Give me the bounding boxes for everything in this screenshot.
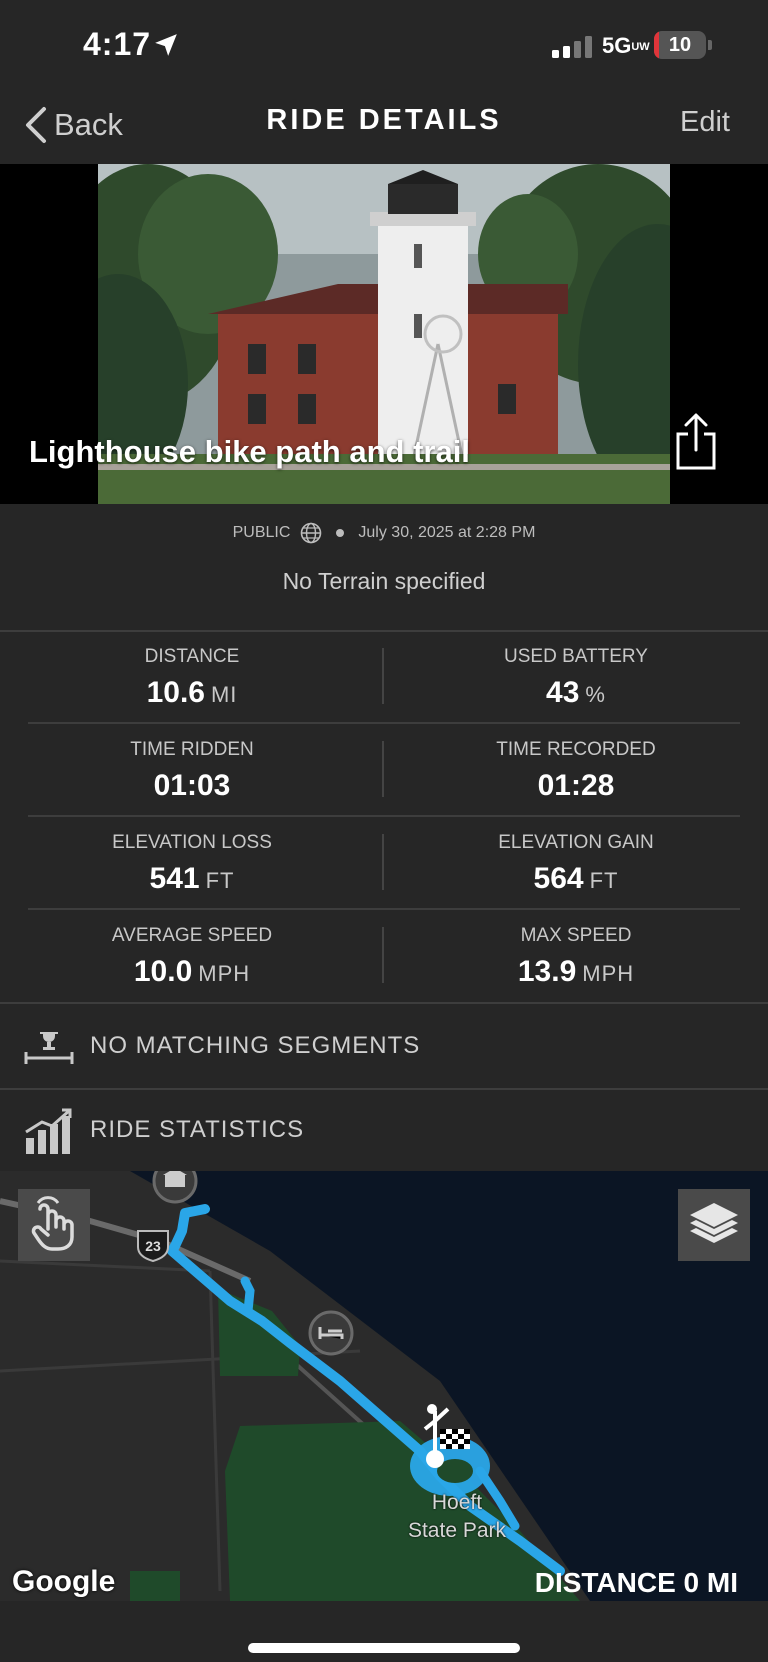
share-icon[interactable] [672, 412, 720, 472]
stats-row: ELEVATION LOSS 541 FT ELEVATION GAIN 564 F… [0, 818, 768, 911]
location-arrow-icon [155, 34, 177, 56]
map-canvas: 23 [0, 1171, 590, 1601]
battery-indicator: 10 [654, 31, 706, 59]
stat-elevation-loss: ELEVATION LOSS 541 FT [112, 832, 272, 895]
hand-pointer-icon [31, 1196, 74, 1251]
ride-map[interactable]: 23 Hoeft State Park Google DISTANCE 0 MI [0, 1171, 768, 1601]
stat-value: 43 [546, 676, 580, 709]
stat-value: 564 [533, 862, 584, 895]
status-time: 4:17 [83, 26, 152, 62]
segments-label: NO MATCHING SEGMENTS [90, 1032, 421, 1059]
stats-row: AVERAGE SPEED 10.0 MPH MAX SPEED 13.9 MPH [0, 911, 768, 1004]
stat-unit: MI [210, 682, 238, 707]
stat-distance: DISTANCE 10.6 MI [144, 646, 240, 709]
map-layers-button[interactable] [678, 1189, 750, 1261]
stat-value: 01:28 [537, 769, 615, 802]
divider [28, 815, 740, 817]
trophy-podium-icon [24, 1032, 74, 1064]
ride-name: Lighthouse bike path and trail [29, 434, 470, 469]
battery-tip [708, 40, 712, 50]
ride-statistics-label: RIDE STATISTICS [90, 1116, 305, 1143]
separator-dot [336, 529, 345, 537]
home-indicator[interactable] [248, 1643, 520, 1653]
layers-icon [690, 1203, 738, 1243]
battery-text: 10 [668, 34, 692, 56]
gesture-toggle-button[interactable] [18, 1189, 90, 1261]
ride-statistics-row[interactable]: RIDE STATISTICS [0, 1090, 768, 1170]
route-path [240, 1276, 255, 1316]
stat-unit: FT [589, 868, 619, 893]
edit-button[interactable]: Edit [680, 106, 730, 139]
park-label: Hoeft State Park [407, 1491, 507, 1542]
stat-time-recorded: TIME RECORDED 01:28 [496, 739, 656, 802]
google-logo: Google [12, 1565, 116, 1598]
ride-meta: PUBLIC July 30, 2025 at 2:28 PM [0, 522, 768, 544]
stat-max-speed: MAX SPEED 13.9 MPH [517, 925, 635, 988]
lodging-pin-icon[interactable] [308, 1310, 354, 1356]
visibility-label: PUBLIC [232, 524, 291, 541]
ride-photo-banner: Lighthouse bike path and trail [0, 164, 768, 504]
stat-value: 10.0 [133, 955, 193, 988]
stat-elevation-gain: ELEVATION GAIN 564 FT [498, 832, 654, 895]
map-park [130, 1571, 180, 1601]
signal-bars-icon [552, 36, 592, 58]
stats-row: TIME RIDDEN 01:03 TIME RECORDED 01:28 [0, 725, 768, 818]
network-label: 5GUW [602, 33, 650, 58]
divider [28, 908, 740, 910]
stat-average-speed: AVERAGE SPEED 10.0 MPH [111, 925, 273, 988]
home-bar-area [0, 1601, 768, 1662]
page-title: RIDE DETAILS [266, 104, 502, 136]
status-bar: 4:17 5GUW 10 [0, 0, 768, 90]
stat-unit: MPH [198, 961, 251, 986]
landmark-pin-icon[interactable] [152, 1171, 198, 1204]
highway-shield: 23 [137, 1230, 169, 1263]
stat-unit: FT [205, 868, 235, 893]
stat-unit: MPH [582, 961, 635, 986]
stat-value: 13.9 [517, 955, 577, 988]
stat-used-battery: USED BATTERY 43% [504, 646, 648, 709]
stat-value: 10.6 [146, 676, 205, 709]
globe-icon [301, 522, 322, 544]
svg-text:23: 23 [145, 1238, 161, 1254]
nav-bar: Back RIDE DETAILS Edit [0, 90, 768, 164]
stats-row: DISTANCE 10.6 MI USED BATTERY 43% [0, 632, 768, 725]
terrain-label: No Terrain specified [282, 568, 486, 594]
bar-chart-icon [25, 1108, 72, 1154]
map-distance-label: DISTANCE 0 MI [534, 1567, 738, 1598]
stat-unit: % [585, 682, 606, 707]
stat-time-ridden: TIME RIDDEN 01:03 [130, 739, 254, 802]
divider [28, 722, 740, 724]
segments-row[interactable]: NO MATCHING SEGMENTS [0, 1004, 768, 1088]
stat-value: 541 [149, 862, 200, 895]
ride-date: July 30, 2025 at 2:28 PM [358, 524, 536, 541]
stat-value: 01:03 [153, 769, 231, 802]
